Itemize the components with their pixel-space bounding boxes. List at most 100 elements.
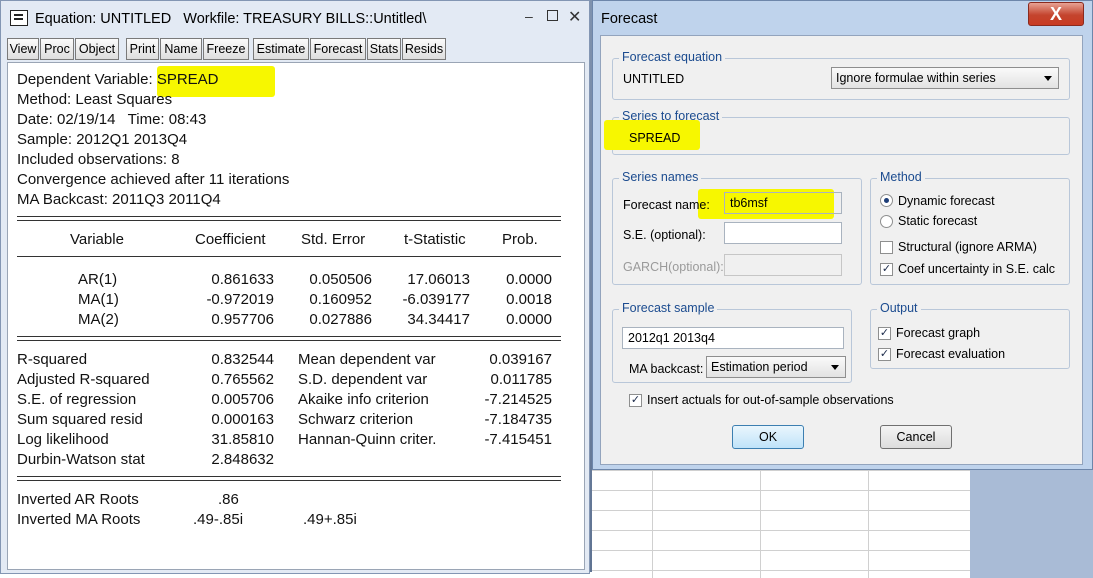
divider <box>17 480 561 481</box>
dialog-title: Forecast <box>601 11 658 27</box>
group-label: Forecast equation <box>619 50 726 64</box>
forecast-sample-input[interactable]: 2012q1 2013q4 <box>622 327 844 349</box>
root-value: .49-.85i <box>193 511 244 528</box>
coef-uncertainty-checkbox[interactable]: ✓ <box>880 263 893 276</box>
variable-name: AR(1) <box>78 271 118 288</box>
se-label: S.E. (optional): <box>623 228 706 242</box>
ok-button[interactable]: OK <box>732 425 804 449</box>
header-line: Sample: 2012Q1 2013Q4 <box>17 131 188 148</box>
divider <box>17 340 561 341</box>
toolbar-resids-button[interactable]: Resids <box>402 38 446 60</box>
stat-value: -7.415451 <box>484 431 552 448</box>
stat-value: 0.039167 <box>489 351 552 368</box>
std-error-value: 0.050506 <box>309 271 372 288</box>
coef-uncertainty-label: Coef uncertainty in S.E. calc <box>898 262 1056 276</box>
coefficient-value: 0.957706 <box>211 311 274 328</box>
output-group: Output ✓ Forecast graph ✓ Forecast evalu… <box>870 301 1070 369</box>
close-icon[interactable]: ✕ <box>568 7 581 27</box>
toolbar-name-button[interactable]: Name <box>160 38 202 60</box>
root-value: .49+.85i <box>303 511 357 528</box>
maximize-icon[interactable] <box>547 10 558 21</box>
stat-label: Schwarz criterion <box>298 411 414 428</box>
stat-value: 2.848632 <box>211 451 274 468</box>
toolbar-proc-button[interactable]: Proc <box>40 38 74 60</box>
forecast-name-input[interactable]: tb6msf <box>724 192 842 214</box>
stat-label: S.D. dependent var <box>298 371 428 388</box>
prob-value: 0.0000 <box>506 311 552 328</box>
background-panel <box>970 470 1093 578</box>
static-forecast-radio[interactable] <box>880 215 893 228</box>
stat-value: -7.214525 <box>484 391 552 408</box>
group-label: Output <box>877 301 921 315</box>
series-to-forecast-group: Series to forecast SPREAD <box>604 109 1070 155</box>
stat-value: 0.005706 <box>211 391 274 408</box>
header-line: Date: 02/19/14 Time: 08:43 <box>17 111 207 128</box>
insert-actuals-checkbox[interactable]: ✓ <box>629 394 642 407</box>
window-title: Equation: UNTITLED Workfile: TREASURY BI… <box>35 11 427 27</box>
toolbar-stats-button[interactable]: Stats <box>367 38 401 60</box>
std-error-value: 0.160952 <box>309 291 372 308</box>
dynamic-forecast-radio[interactable] <box>880 194 893 207</box>
equation-name: UNTITLED <box>623 72 685 86</box>
divider <box>17 336 561 337</box>
column-header: Prob. <box>502 231 538 248</box>
forecast-sample-group: Forecast sample 2012q1 2013q4 MA backcas… <box>612 301 852 383</box>
header-line: Convergence achieved after 11 iterations <box>17 171 290 188</box>
stat-value: -7.184735 <box>484 411 552 428</box>
stat-value: 0.011785 <box>490 371 552 388</box>
prob-value: 0.0018 <box>506 291 552 308</box>
dynamic-forecast-label: Dynamic forecast <box>898 194 995 208</box>
stat-label: Hannan-Quinn criter. <box>298 431 437 448</box>
toolbar-object-button[interactable]: Object <box>75 38 119 60</box>
divider <box>17 256 561 257</box>
forecast-evaluation-checkbox[interactable]: ✓ <box>878 348 891 361</box>
stat-label: S.E. of regression <box>17 391 137 408</box>
chevron-down-icon <box>831 365 839 370</box>
ma-backcast-label: MA backcast: <box>629 362 704 376</box>
forecast-graph-checkbox[interactable]: ✓ <box>878 327 891 340</box>
header-line: Method: Least Squares <box>17 91 173 108</box>
root-value: .86 <box>218 491 239 508</box>
toolbar-print-button[interactable]: Print <box>126 38 159 60</box>
window-menu-icon[interactable] <box>10 10 28 26</box>
stat-value: 0.000163 <box>211 411 274 428</box>
toolbar-freeze-button[interactable]: Freeze <box>203 38 249 60</box>
forecast-equation-group: Forecast equation UNTITLED Ignore formul… <box>612 50 1070 100</box>
chevron-down-icon <box>1044 76 1052 81</box>
dialog-body: Forecast equation UNTITLED Ignore formul… <box>600 35 1083 465</box>
stat-label: Akaike info criterion <box>298 391 429 408</box>
coefficient-value: 0.861633 <box>211 271 274 288</box>
roots-label: Inverted MA Roots <box>17 511 141 528</box>
cancel-button[interactable]: Cancel <box>880 425 952 449</box>
forecast-dialog: Forecast X Forecast equation UNTITLED Ig… <box>592 0 1093 470</box>
std-error-value: 0.027886 <box>309 311 372 328</box>
estimation-output: Dependent Variable: SPREAD Method: Least… <box>7 62 585 570</box>
column-header: t-Statistic <box>404 231 466 248</box>
ma-backcast-dropdown[interactable]: Estimation period <box>706 356 846 378</box>
stat-label: Log likelihood <box>17 431 109 448</box>
close-icon[interactable]: X <box>1028 2 1084 26</box>
stat-label: Durbin-Watson stat <box>17 451 145 468</box>
series-to-forecast-value: SPREAD <box>629 131 681 145</box>
column-header: Variable <box>70 231 124 248</box>
stat-value: 0.765562 <box>211 371 274 388</box>
toolbar-view-button[interactable]: View <box>7 38 39 60</box>
garch-label: GARCH(optional): <box>623 260 724 274</box>
divider <box>17 220 561 221</box>
se-input[interactable] <box>724 222 842 244</box>
series-names-group: Series names Forecast name: tb6msf S.E. … <box>612 170 862 285</box>
stat-label: Sum squared resid <box>17 411 143 428</box>
formula-option-dropdown[interactable]: Ignore formulae within series <box>831 67 1059 89</box>
minimize-icon[interactable]: – <box>525 8 533 24</box>
insert-actuals-label: Insert actuals for out-of-sample observa… <box>647 393 894 407</box>
structural-checkbox[interactable] <box>880 241 893 254</box>
static-forecast-label: Static forecast <box>898 214 978 228</box>
stat-value: 0.832544 <box>211 351 274 368</box>
forecast-name-label: Forecast name: <box>623 198 710 212</box>
toolbar-forecast-button[interactable]: Forecast <box>310 38 366 60</box>
toolbar-estimate-button[interactable]: Estimate <box>253 38 309 60</box>
header-line: Dependent Variable: SPREAD <box>17 71 219 88</box>
equation-toolbar: View Proc Object Print Name Freeze Estim… <box>7 38 585 60</box>
equation-title-bar[interactable]: Equation: UNTITLED Workfile: TREASURY BI… <box>1 1 589 35</box>
group-label: Series names <box>619 170 702 184</box>
